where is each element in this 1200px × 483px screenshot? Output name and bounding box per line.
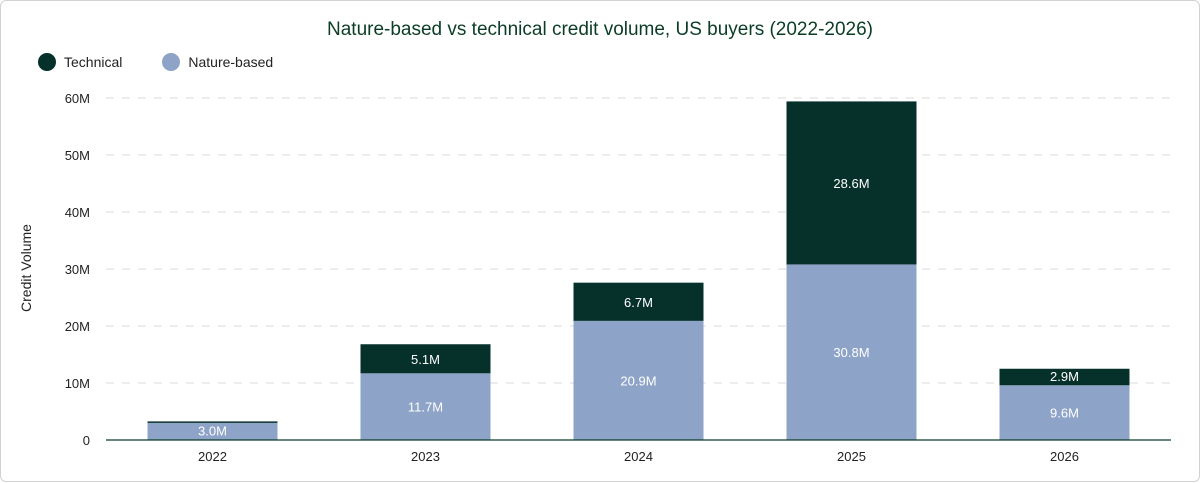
x-tick-label: 2024 (624, 449, 653, 464)
data-label: 30.8M (833, 345, 869, 360)
data-label: 11.7M (408, 400, 443, 415)
data-label: 28.6M (833, 176, 869, 191)
plot-area: 0 10M 20M 30M 40M 50M 60M 3.0M 2022 11.7M 5.1M 2023… (65, 91, 1171, 464)
data-label: 5.1M (411, 352, 440, 367)
y-tick-label: 60M (65, 91, 90, 106)
x-tick-label: 2026 (1050, 449, 1079, 464)
data-label: 6.7M (624, 295, 653, 310)
y-tick-label: 40M (65, 205, 90, 220)
x-tick-label: 2025 (837, 449, 866, 464)
bar-segment (147, 421, 278, 423)
y-tick-label: 20M (65, 319, 90, 334)
data-label: 9.6M (1050, 406, 1079, 421)
data-label: 20.9M (620, 373, 656, 388)
x-tick-label: 2022 (198, 449, 227, 464)
x-tick-label: 2023 (411, 449, 440, 464)
y-tick-label: 50M (65, 148, 90, 163)
data-label: 2.9M (1050, 369, 1079, 384)
data-label: 3.0M (198, 423, 227, 438)
y-tick-label: 30M (65, 262, 90, 277)
chart-container: Nature-based vs technical credit volume,… (0, 0, 1200, 482)
y-tick-label: 0 (83, 433, 90, 448)
y-tick-label: 10M (65, 376, 90, 391)
